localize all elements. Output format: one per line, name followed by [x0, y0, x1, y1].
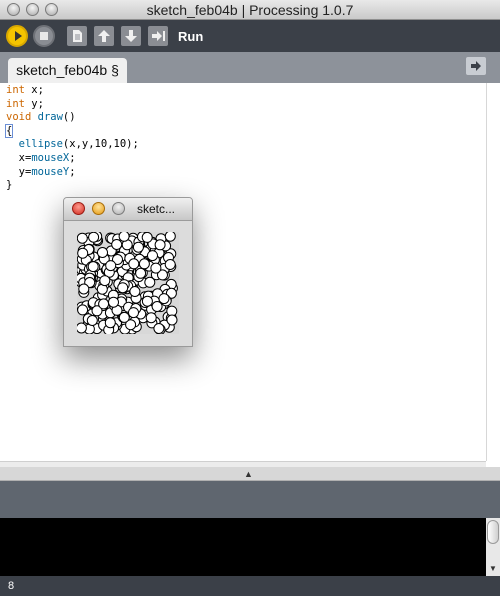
- sketch-window-title: sketc...: [137, 202, 176, 216]
- code-text[interactable]: int x; int y; void draw(){ ellipse(x,y,10,…: [4, 84, 139, 193]
- code-line: int x;: [6, 84, 44, 96]
- sketch-ellipse: [99, 275, 111, 287]
- sketch-ellipse: [77, 304, 89, 316]
- code-line: ellipse(x,y,10,10);: [18, 138, 139, 151]
- sketch-minimize-button[interactable]: [92, 202, 105, 215]
- sketch-ellipse: [153, 323, 165, 334]
- sketch-ellipse: [98, 298, 110, 310]
- sketch-ellipse: [86, 315, 98, 326]
- sketch-ellipse: [118, 230, 130, 242]
- sketch-ellipse: [88, 231, 100, 243]
- split-divider[interactable]: ▲: [0, 467, 500, 481]
- sketch-ellipse: [77, 247, 89, 259]
- toolbar: Run: [0, 20, 500, 52]
- sketch-ellipse: [108, 296, 119, 308]
- sketch-ellipse: [147, 250, 158, 262]
- toolbar-status-label: Run: [178, 29, 204, 44]
- sketch-ellipse: [166, 314, 178, 326]
- sketch-ellipse: [128, 307, 139, 319]
- tab-sketch[interactable]: sketch_feb04b §: [8, 58, 127, 83]
- stop-button[interactable]: [33, 25, 55, 47]
- sketch-drawing: [75, 230, 178, 336]
- sketch-window[interactable]: sketc...: [63, 197, 193, 347]
- tab-bar: sketch_feb04b §: [0, 52, 500, 83]
- sketch-ellipse: [138, 258, 150, 270]
- sketch-canvas[interactable]: [75, 230, 179, 336]
- editor-vertical-scrollbar[interactable]: [486, 83, 500, 461]
- code-line: y=mouseY;: [18, 165, 76, 178]
- sketch-ellipse: [158, 293, 170, 305]
- save-button[interactable]: [121, 26, 141, 46]
- arrow-down-icon: [125, 30, 137, 42]
- export-button[interactable]: [148, 26, 168, 46]
- window-title: sketch_feb04b | Processing 1.0.7: [146, 2, 354, 18]
- sketch-ellipse: [111, 239, 123, 250]
- code-line: }: [6, 179, 13, 192]
- console-scrollbar[interactable]: ▼: [486, 518, 500, 576]
- stop-icon: [40, 32, 48, 40]
- tab-label: sketch_feb04b §: [16, 62, 119, 78]
- tab-menu-button[interactable]: [466, 57, 486, 75]
- sketch-ellipse: [150, 262, 162, 274]
- status-bar: 8: [0, 576, 500, 596]
- console-scroll-thumb[interactable]: [487, 520, 499, 544]
- sketch-ellipse: [105, 260, 117, 272]
- sketch-ellipse: [129, 286, 141, 297]
- arrow-up-icon: [98, 30, 110, 42]
- arrow-right-icon: [471, 61, 481, 71]
- sketch-ellipse: [76, 232, 88, 244]
- sketch-ellipse: [164, 259, 176, 270]
- sketch-ellipse: [154, 239, 166, 251]
- new-button[interactable]: [67, 26, 87, 46]
- message-area: [0, 481, 500, 518]
- console-area: [0, 518, 486, 576]
- sketch-ellipse: [132, 241, 144, 253]
- open-button[interactable]: [94, 26, 114, 46]
- sketch-ellipse: [104, 317, 116, 329]
- sketch-ellipse: [141, 295, 153, 307]
- sketch-ellipse: [145, 312, 157, 324]
- line-number: 8: [8, 580, 15, 592]
- sketch-ellipse: [141, 231, 153, 243]
- sketch-ellipse: [97, 247, 108, 258]
- sketch-ellipse: [151, 301, 163, 312]
- code-line: x=mouseX;: [18, 151, 76, 164]
- sketch-title-bar: sketc...: [64, 198, 192, 221]
- title-bar: sketch_feb04b | Processing 1.0.7: [0, 0, 500, 20]
- sketch-close-button[interactable]: [72, 202, 85, 215]
- scroll-down-icon[interactable]: ▼: [487, 564, 499, 574]
- code-line: int y;: [6, 97, 44, 110]
- play-icon: [15, 31, 22, 41]
- new-document-icon: [73, 30, 82, 42]
- sketch-ellipse: [87, 261, 99, 273]
- sketch-ellipse: [164, 230, 176, 242]
- sketch-zoom-button[interactable]: [112, 202, 125, 215]
- sketch-ellipse: [135, 267, 147, 279]
- sketch-ellipse: [75, 322, 87, 334]
- export-arrow-icon: [152, 31, 165, 41]
- sketch-ellipse: [128, 258, 140, 270]
- code-line: {: [4, 123, 14, 138]
- sketch-ellipse: [117, 282, 129, 294]
- code-line: void draw(): [6, 111, 76, 124]
- sketch-ellipse: [78, 283, 90, 295]
- run-button[interactable]: [6, 25, 28, 47]
- divider-handle-icon[interactable]: ▲: [244, 469, 253, 479]
